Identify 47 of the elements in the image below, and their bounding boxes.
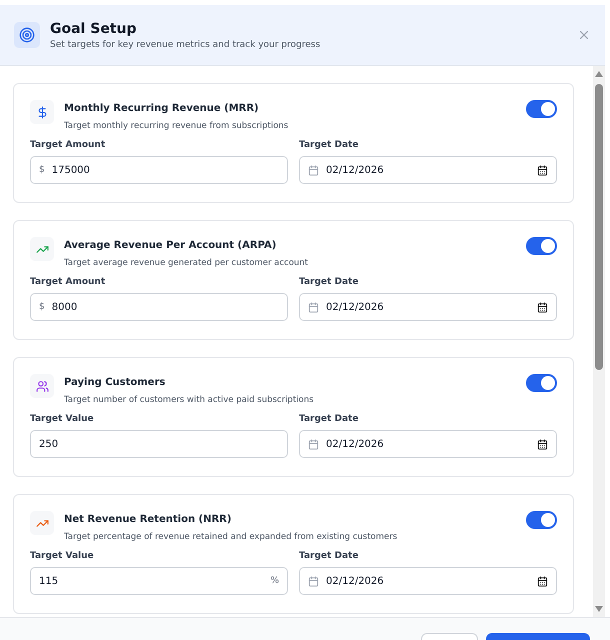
field-label: Target Value xyxy=(30,414,95,424)
scroll-up-icon[interactable] xyxy=(594,70,604,78)
calendar-icon xyxy=(308,164,319,176)
calendar-icon[interactable] xyxy=(537,438,548,450)
toggle-switch[interactable] xyxy=(526,237,557,255)
target-input[interactable]: $ 8000 xyxy=(30,293,288,321)
field-label: Target Amount xyxy=(30,140,106,150)
target-input[interactable]: 250 xyxy=(30,430,288,458)
calendar-icon xyxy=(308,576,319,586)
calendar-icon[interactable] xyxy=(537,164,548,176)
calendar-icon xyxy=(308,438,319,450)
dollar-icon xyxy=(30,100,54,124)
trending-up-icon xyxy=(30,511,54,535)
users-icon xyxy=(30,374,54,398)
scroll-down-icon[interactable] xyxy=(594,605,604,613)
date-input[interactable]: 02/12/2026 xyxy=(299,430,557,458)
goal-title: Net Revenue Retention (NRR) xyxy=(64,514,232,525)
goal-description: Target monthly recurring revenue from subscriptions xyxy=(64,121,290,131)
scrollbar[interactable] xyxy=(593,66,605,617)
calendar-icon[interactable] xyxy=(537,302,548,312)
date-input[interactable]: 02/12/2026 xyxy=(299,156,557,184)
date-input[interactable]: 02/12/2026 xyxy=(299,293,557,321)
target-icon xyxy=(14,22,40,48)
target-input[interactable]: $ 175000 xyxy=(30,156,288,184)
field-label: Target Date xyxy=(299,414,360,424)
field-label: Target Value xyxy=(30,551,95,561)
goal-description: Target number of customers with active paid subscriptions xyxy=(64,395,315,405)
date-input[interactable]: 02/12/2026 xyxy=(299,567,557,595)
goal-description: Target percentage of revenue retained and expanded from existing customers xyxy=(64,532,398,542)
dialog-title: Goal Setup xyxy=(50,20,138,36)
goal-title: Average Revenue Per Account (ARPA) xyxy=(64,240,278,251)
toggle-switch[interactable] xyxy=(526,100,557,118)
goal-description: Target average revenue generated per customer account xyxy=(64,258,310,268)
dialog-subtitle: Set targets for key revenue metrics and track your progress xyxy=(50,40,322,50)
calendar-icon[interactable] xyxy=(537,576,548,586)
primary-button[interactable] xyxy=(486,633,590,640)
field-label: Target Date xyxy=(299,277,360,287)
goal-title: Paying Customers xyxy=(64,377,166,388)
goal-title: Monthly Recurring Revenue (MRR) xyxy=(64,103,260,114)
trending-up-icon xyxy=(30,237,54,261)
field-label: Target Date xyxy=(299,551,360,561)
toggle-switch[interactable] xyxy=(526,511,557,529)
field-label: Target Amount xyxy=(30,277,106,287)
target-input[interactable]: 115 % xyxy=(30,567,288,595)
calendar-icon xyxy=(308,302,319,312)
field-label: Target Date xyxy=(299,140,360,150)
toggle-switch[interactable] xyxy=(526,374,557,392)
